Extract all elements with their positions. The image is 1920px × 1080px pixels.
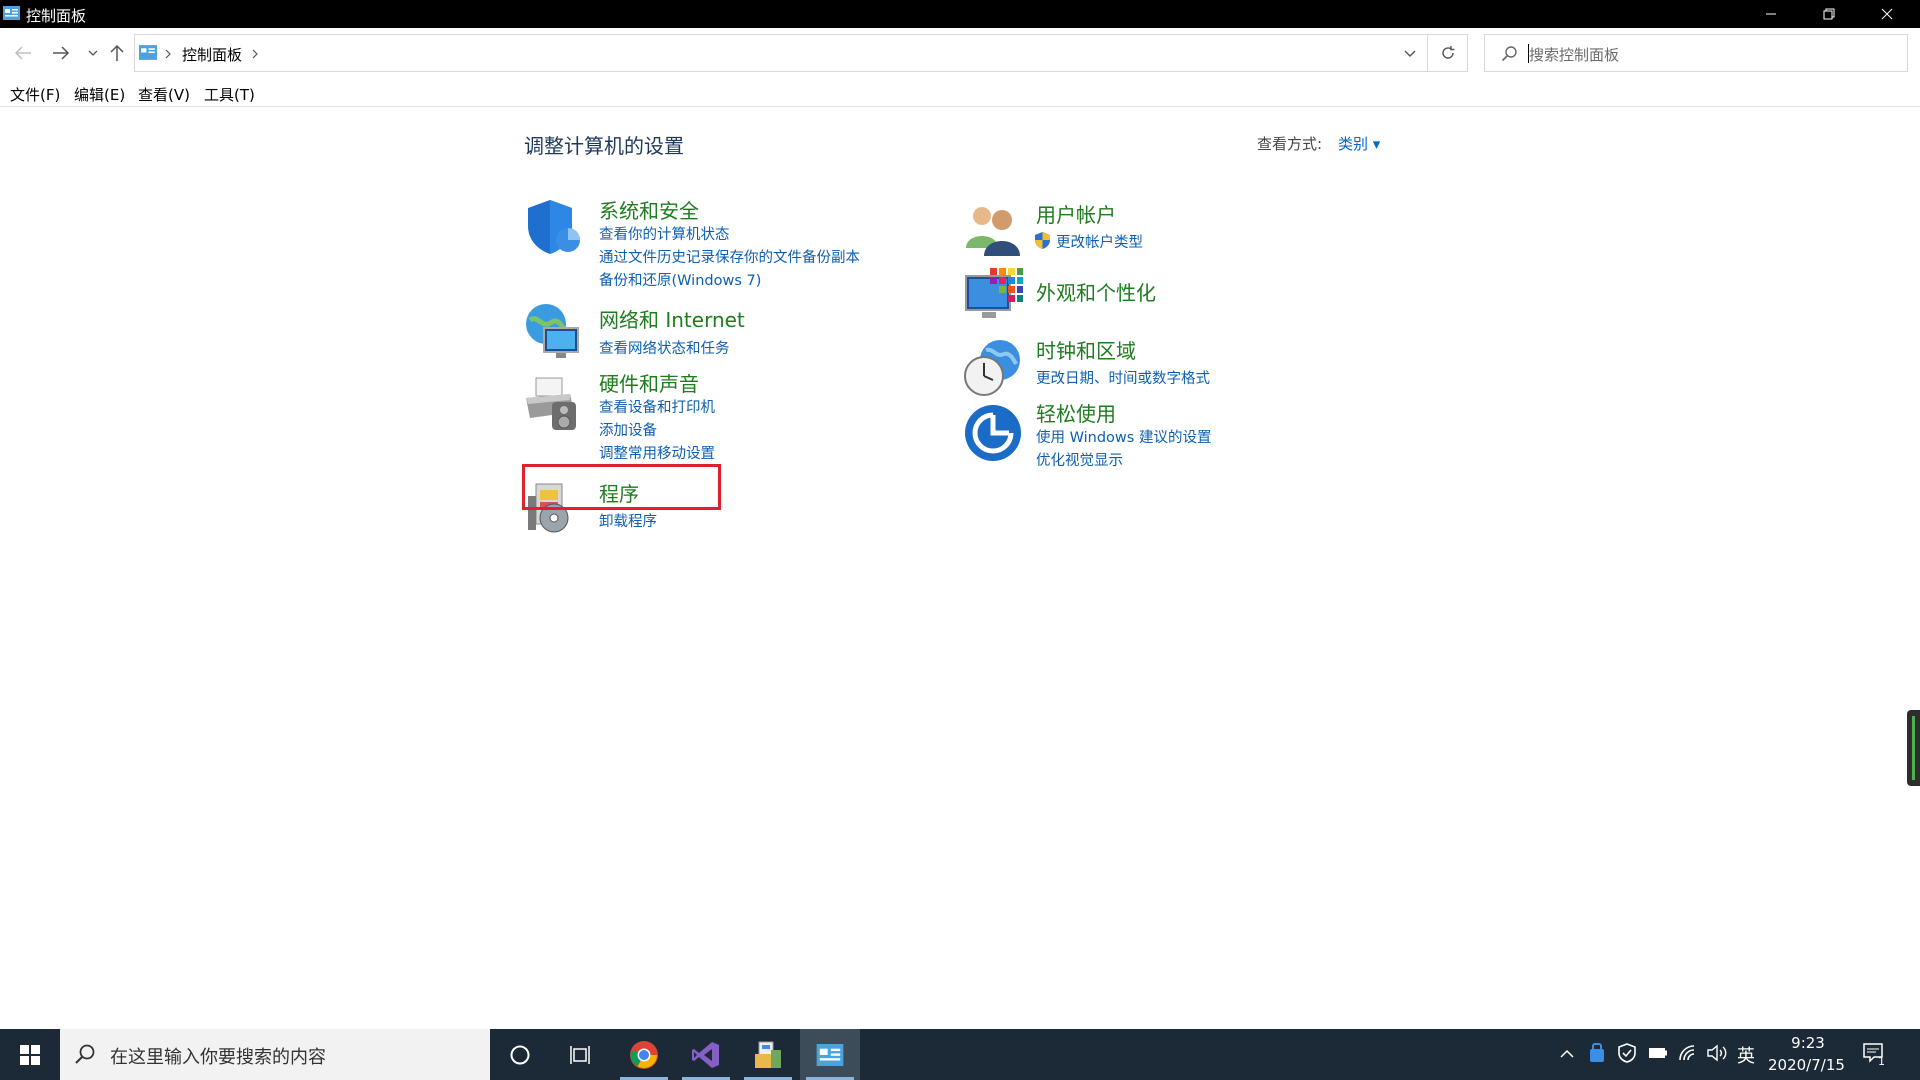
recent-locations-button[interactable] — [80, 40, 106, 66]
highlight-box — [522, 464, 721, 510]
cortana-button[interactable] — [490, 1029, 550, 1080]
user-accounts-icon[interactable] — [962, 198, 1024, 260]
link-backup-restore[interactable]: 备份和还原(Windows 7) — [599, 269, 761, 290]
category-appearance-personalization[interactable]: 外观和个性化 — [1036, 277, 1156, 306]
minimize-button[interactable] — [1742, 0, 1800, 28]
category-system-security[interactable]: 系统和安全 — [599, 195, 699, 224]
search-icon — [1501, 46, 1517, 62]
link-uninstall-program[interactable]: 卸载程序 — [599, 510, 657, 531]
wifi-icon[interactable] — [1678, 1044, 1698, 1062]
link-change-account-type[interactable]: 更改帐户类型 — [1056, 231, 1143, 252]
control-panel-icon — [139, 45, 157, 60]
up-arrow-icon — [110, 44, 124, 61]
task-view-icon — [570, 1045, 590, 1064]
file-explorer-icon — [755, 1041, 781, 1068]
ease-of-access-icon[interactable] — [962, 402, 1024, 464]
task-view-button[interactable] — [550, 1029, 610, 1080]
close-button[interactable] — [1858, 0, 1916, 28]
link-network-status-tasks[interactable]: 查看网络状态和任务 — [599, 337, 730, 358]
taskbar-app-file-explorer[interactable] — [738, 1029, 798, 1080]
hardware-sound-printer-icon[interactable] — [522, 372, 584, 434]
menu-file[interactable]: 文件(F) — [10, 84, 60, 105]
view-by-label: 查看方式: — [1257, 135, 1323, 153]
system-security-shield-icon[interactable] — [522, 196, 584, 258]
taskbar-app-visual-studio[interactable] — [676, 1029, 736, 1080]
view-by-dropdown[interactable]: 类别 ▾ — [1338, 133, 1380, 154]
breadcrumb[interactable]: 控制面板 — [182, 44, 242, 65]
link-file-history-backup[interactable]: 通过文件历史记录保存你的文件备份副本 — [599, 246, 860, 267]
chevron-right-icon[interactable] — [251, 49, 259, 59]
show-hidden-icons-chevron-up-icon[interactable] — [1560, 1049, 1574, 1059]
up-button[interactable] — [104, 40, 130, 66]
navigation-bar: 控制面板 搜索控制面板 — [0, 28, 1920, 78]
clock-time[interactable]: 9:23 — [1790, 1034, 1826, 1052]
network-internet-globe-icon[interactable] — [522, 300, 584, 362]
page-title: 调整计算机的设置 — [524, 134, 684, 158]
clock-date[interactable]: 2020/7/15 — [1768, 1056, 1845, 1074]
link-recommended-settings[interactable]: 使用 Windows 建议的设置 — [1036, 426, 1211, 447]
chevron-right-icon — [165, 49, 171, 59]
back-button[interactable] — [10, 40, 36, 66]
link-optimize-visual-display[interactable]: 优化视觉显示 — [1036, 449, 1123, 470]
forward-button[interactable] — [48, 40, 74, 66]
category-ease-of-access[interactable]: 轻松使用 — [1036, 398, 1116, 427]
battery-icon[interactable] — [1648, 1047, 1668, 1059]
search-control-panel-input[interactable]: 搜索控制面板 — [1484, 34, 1908, 72]
chevron-down-icon — [88, 50, 98, 56]
volume-icon[interactable] — [1706, 1044, 1728, 1062]
input-method-indicator[interactable]: 英 — [1737, 1042, 1755, 1068]
category-clock-region[interactable]: 时钟和区域 — [1036, 335, 1136, 364]
taskbar-app-chrome[interactable] — [614, 1029, 674, 1080]
clock-region-icon[interactable] — [962, 336, 1024, 398]
start-button[interactable] — [0, 1029, 60, 1080]
security-app-tray-icon[interactable] — [1588, 1043, 1606, 1063]
link-mobility-settings[interactable]: 调整常用移动设置 — [599, 442, 715, 463]
restore-button[interactable] — [1800, 0, 1858, 28]
windows-logo-icon — [20, 1044, 40, 1065]
refresh-button[interactable] — [1428, 34, 1468, 72]
address-history-dropdown-icon[interactable] — [1403, 49, 1417, 59]
minimize-icon — [1766, 13, 1776, 15]
search-icon — [75, 1044, 95, 1064]
taskbar: 在这里输入你要搜索的内容 英 9:23 2020/7/15 1 — [0, 1029, 1920, 1080]
taskbar-search-placeholder: 在这里输入你要搜索的内容 — [110, 1047, 326, 1068]
close-icon — [1881, 8, 1893, 20]
restore-icon — [1823, 8, 1835, 20]
control-panel-icon — [3, 6, 20, 20]
action-center-button[interactable]: 1 — [1862, 1041, 1890, 1069]
uac-shield-icon — [1035, 232, 1050, 249]
menu-view[interactable]: 查看(V) — [138, 84, 190, 105]
link-change-date-time-format[interactable]: 更改日期、时间或数字格式 — [1036, 367, 1210, 388]
category-hardware-sound[interactable]: 硬件和声音 — [599, 368, 699, 397]
category-user-accounts[interactable]: 用户帐户 — [1036, 199, 1116, 228]
back-arrow-icon — [14, 46, 31, 60]
search-placeholder: 搜索控制面板 — [1529, 46, 1620, 64]
window-title: 控制面板 — [26, 7, 87, 25]
windows-defender-shield-icon[interactable] — [1618, 1043, 1636, 1063]
menu-edit[interactable]: 编辑(E) — [74, 84, 125, 105]
visual-studio-icon — [692, 1041, 719, 1068]
taskbar-search-box[interactable]: 在这里输入你要搜索的内容 — [60, 1029, 490, 1080]
control-panel-icon — [816, 1043, 844, 1066]
taskbar-app-control-panel[interactable] — [800, 1029, 860, 1080]
link-add-device[interactable]: 添加设备 — [599, 419, 657, 440]
category-network-internet[interactable]: 网络和 Internet — [599, 304, 745, 333]
appearance-personalization-icon[interactable] — [962, 266, 1024, 328]
forward-arrow-icon — [53, 46, 70, 60]
address-bar[interactable]: 控制面板 — [134, 34, 1428, 72]
notification-count-badge: 1 — [1878, 1055, 1885, 1068]
title-bar: 控制面板 — [0, 0, 1920, 28]
menu-tools[interactable]: 工具(T) — [204, 84, 255, 105]
refresh-icon — [1441, 46, 1454, 59]
link-view-computer-status[interactable]: 查看你的计算机状态 — [599, 223, 730, 244]
cortana-circle-icon — [510, 1045, 530, 1064]
link-devices-printers[interactable]: 查看设备和打印机 — [599, 396, 715, 417]
chrome-icon — [630, 1040, 658, 1069]
menu-bar: 文件(F) 编辑(E) 查看(V) 工具(T) — [0, 80, 1920, 107]
side-scroll-handle[interactable] — [1907, 710, 1920, 786]
